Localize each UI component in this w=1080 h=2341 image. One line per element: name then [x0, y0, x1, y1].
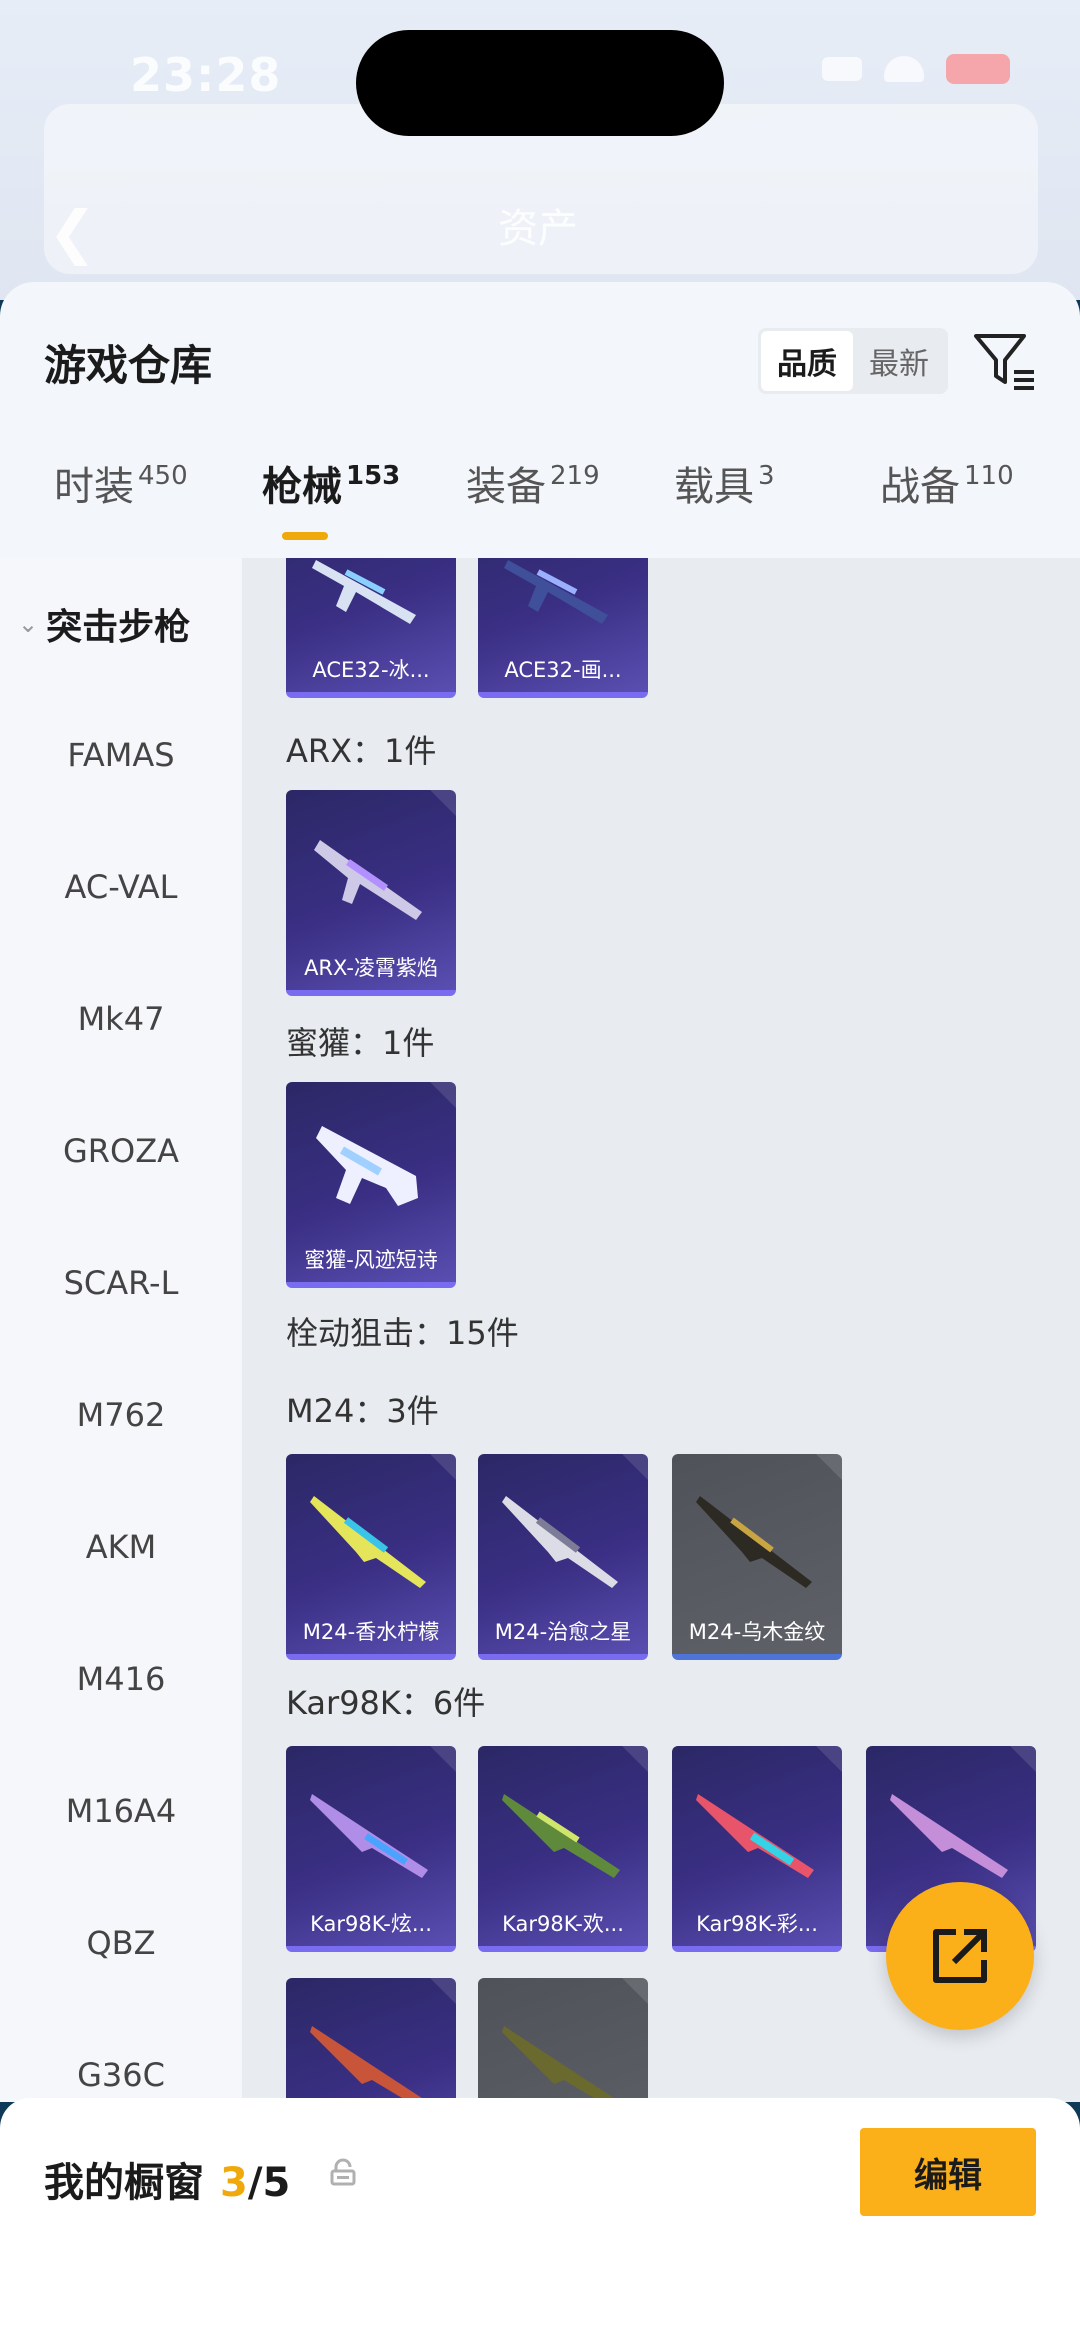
rifle-icon	[504, 560, 608, 624]
weapon-card[interactable]: ACE32-冰...	[286, 558, 456, 698]
dynamic-island	[356, 30, 724, 136]
status-time: 23:28	[130, 48, 282, 102]
weapon-card[interactable]: ACE32-画...	[478, 558, 648, 698]
sniper-icon	[310, 1496, 426, 1588]
sidebar-item-mk47[interactable]: Mk47	[0, 1000, 242, 1038]
sort-toggle: 品质 最新	[758, 328, 948, 394]
sidebar-item-famas[interactable]: FAMAS	[0, 736, 242, 774]
weapon-card[interactable]: M24-香水柠檬	[286, 1454, 456, 1660]
sidebar-item-m762[interactable]: M762	[0, 1396, 242, 1434]
showcase-count: 3/5	[220, 2160, 291, 2206]
sheet-title: 游戏仓库	[44, 341, 213, 390]
wifi-icon	[884, 56, 924, 82]
sniper-icon	[502, 2026, 620, 2102]
weapon-card[interactable]	[286, 1978, 456, 2102]
status-icons	[822, 54, 1010, 84]
sidebar-item-groza[interactable]: GROZA	[0, 1132, 242, 1170]
chevron-down-icon: ⌄	[18, 610, 39, 638]
battery-icon	[946, 54, 1010, 84]
sidebar-item-ac-val[interactable]: AC-VAL	[0, 868, 242, 906]
weapon-card[interactable]: Kar98K-炫...	[286, 1746, 456, 1952]
rifle-icon	[316, 1126, 418, 1206]
sidebar-item-m16a4[interactable]: M16A4	[0, 1792, 242, 1830]
tab-indicator	[282, 532, 328, 540]
sidebar-item-scar-l[interactable]: SCAR-L	[0, 1264, 242, 1302]
tab-combat-gear[interactable]: 战备 110	[880, 454, 1014, 512]
sniper-icon	[310, 2026, 428, 2102]
sniper-icon	[696, 1496, 812, 1588]
lock-icon	[330, 2158, 356, 2186]
sniper-icon	[890, 1794, 1008, 1878]
tab-equipment[interactable]: 装备 219	[466, 454, 600, 512]
group-label-kar98k: Kar98K：6件	[286, 1684, 486, 1722]
share-button[interactable]	[886, 1882, 1034, 2030]
sort-newest[interactable]: 最新	[853, 331, 945, 391]
sniper-icon	[502, 1496, 618, 1588]
weapon-sidebar: ⌄ 突击步枪 FAMAS AC-VAL Mk47 GROZA SCAR-L M7…	[0, 558, 242, 2102]
sidebar-item-m416[interactable]: M416	[0, 1660, 242, 1698]
showcase-label: 我的橱窗 3/5	[44, 2160, 291, 2206]
weapon-card[interactable]: Kar98K-彩...	[672, 1746, 842, 1952]
sniper-icon	[310, 1794, 428, 1878]
sort-quality[interactable]: 品质	[761, 331, 853, 391]
edit-button[interactable]: 编辑	[860, 2128, 1036, 2216]
weapon-grid: ACE32-冰... ACE32-画... ARX：1件 ARX-凌霄紫焰 蜜獾…	[242, 558, 1080, 2102]
weapon-card[interactable]: M24-乌木金纹	[672, 1454, 842, 1660]
sidebar-item-qbz[interactable]: QBZ	[0, 1924, 242, 1962]
group-label-arx: ARX：1件	[286, 732, 437, 770]
sidebar-category[interactable]: ⌄ 突击步枪	[18, 598, 190, 650]
group-label-honey-badger: 蜜獾：1件	[286, 1024, 435, 1062]
sniper-icon	[696, 1794, 814, 1878]
weapon-card[interactable]: ARX-凌霄紫焰	[286, 790, 456, 996]
signal-icon	[822, 57, 862, 81]
rifle-icon	[314, 840, 422, 920]
showcase-bar: 我的橱窗 3/5 编辑	[0, 2098, 1080, 2341]
sidebar-item-akm[interactable]: AKM	[0, 1528, 242, 1566]
weapon-card[interactable]: Kar98K-欢...	[478, 1746, 648, 1952]
rifle-icon	[312, 560, 416, 624]
filter-icon[interactable]	[970, 326, 1040, 396]
page-title: 资产	[498, 206, 578, 252]
weapon-card[interactable]: 蜜獾-风迹短诗	[286, 1082, 456, 1288]
tab-fashion[interactable]: 时装 450	[54, 454, 188, 512]
sidebar-item-g36c[interactable]: G36C	[0, 2056, 242, 2094]
group-label-m24: M24：3件	[286, 1392, 439, 1430]
category-tabs: 时装 450 枪械 153 装备 219 载具 3 战备 110	[0, 454, 1080, 554]
share-out-icon	[933, 1929, 987, 1983]
weapon-card[interactable]: M24-治愈之星	[478, 1454, 648, 1660]
weapon-card[interactable]	[478, 1978, 648, 2102]
tab-vehicles[interactable]: 载具 3	[674, 454, 775, 512]
back-icon[interactable]: ❮	[48, 198, 97, 266]
group-label-bolt-action: 栓动狙击：15件	[286, 1314, 519, 1352]
sniper-icon	[502, 1794, 620, 1878]
tab-guns[interactable]: 枪械 153	[262, 454, 400, 512]
warehouse-sheet: 游戏仓库 品质 最新 时装 450 枪械 153 装备 219 载具 3 战备 110 ⌄…	[0, 282, 1080, 2102]
